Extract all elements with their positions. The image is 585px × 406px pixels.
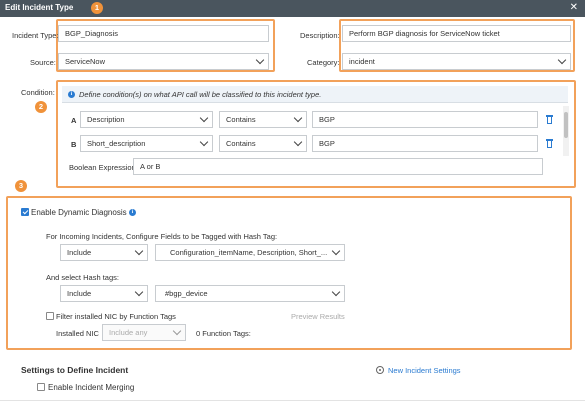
enable-incident-merging-checkbox[interactable] [37, 383, 45, 391]
step-badge-2: 2 [35, 101, 47, 113]
condition-row-b-field-value: Short_description [87, 139, 146, 148]
enable-dynamic-diagnosis-label: Enable Dynamic Diagnosis [31, 208, 127, 217]
condition-row-a-id: A [71, 116, 77, 125]
category-label: Category: [307, 58, 340, 67]
step-badge-1: 1 [91, 2, 103, 14]
condition-row-b-operator[interactable]: Contains [219, 135, 307, 152]
info-icon: i [68, 91, 75, 98]
fields-value: Configuration_itemName, Description, Sho… [170, 248, 328, 257]
hash-mode-value: Include [67, 289, 92, 298]
condition-hint: Define condition(s) on what API call wil… [79, 90, 322, 99]
installed-nic-select[interactable]: Include any [102, 324, 186, 341]
boolean-expression-input[interactable]: A or B [133, 158, 543, 175]
chevron-down-icon [199, 137, 209, 147]
chevron-down-icon [331, 287, 341, 297]
configure-fields-label: For Incoming Incidents, Configure Fields… [46, 232, 278, 241]
condition-row-a-operator[interactable]: Contains [219, 111, 307, 128]
info-icon[interactable]: i [129, 209, 136, 216]
condition-row-b-operator-value: Contains [226, 139, 256, 148]
condition-row-a-field[interactable]: Description [80, 111, 213, 128]
dialog-titlebar: Edit Incident Type ✕ [0, 0, 585, 17]
filter-nic-label: Filter installed NIC by Function Tags [56, 312, 176, 321]
installed-nic-value: Include any [109, 328, 148, 337]
trash-icon[interactable] [546, 115, 553, 124]
step-badge-3: 3 [15, 180, 27, 192]
condition-label: Condition: [21, 88, 55, 97]
scrollbar-thumb[interactable] [564, 112, 568, 138]
chevron-down-icon [293, 137, 303, 147]
condition-hint-bar: i Define condition(s) on what API call w… [62, 86, 568, 103]
chevron-down-icon [255, 55, 265, 65]
incident-type-label: Incident Type: [12, 31, 59, 40]
settings-title: Settings to Define Incident [21, 365, 129, 375]
source-select[interactable]: ServiceNow [58, 53, 269, 70]
condition-row-b-value[interactable]: BGP [312, 135, 538, 152]
close-icon[interactable]: ✕ [570, 2, 578, 13]
enable-dynamic-diagnosis-checkbox[interactable] [21, 208, 29, 216]
fields-select[interactable]: Configuration_itemName, Description, Sho… [155, 244, 345, 261]
preview-results-link[interactable]: Preview Results [291, 312, 345, 321]
chevron-down-icon [172, 326, 182, 336]
function-tags-label: 0 Function Tags: [196, 329, 251, 338]
hash-tag-select[interactable]: #bgp_device [155, 285, 345, 302]
incident-type-input[interactable]: BGP_Diagnosis [58, 25, 269, 42]
highlight-description-fields [339, 19, 575, 72]
hash-tag-value: #bgp_device [165, 289, 208, 298]
condition-row-b-field[interactable]: Short_description [80, 135, 213, 152]
chevron-down-icon [293, 113, 303, 123]
condition-row-a-operator-value: Contains [226, 115, 256, 124]
installed-nic-label: Installed NIC [56, 329, 99, 338]
fields-mode-value: Include [67, 248, 92, 257]
chevron-down-icon [134, 246, 144, 256]
condition-scrollbar[interactable] [563, 106, 569, 156]
boolean-expression-label: Boolean Expression: [69, 163, 138, 172]
fields-mode-select[interactable]: Include [60, 244, 148, 261]
chevron-down-icon [199, 113, 209, 123]
new-incident-settings-link[interactable]: New Incident Settings [388, 366, 461, 375]
condition-row-a-field-value: Description [87, 115, 125, 124]
gear-icon[interactable] [376, 366, 384, 374]
chevron-down-icon [331, 246, 341, 256]
condition-row-b-id: B [71, 140, 77, 149]
source-value: ServiceNow [65, 57, 106, 66]
footer-divider [0, 400, 585, 401]
filter-nic-checkbox[interactable] [46, 312, 54, 320]
description-label: Description: [300, 31, 340, 40]
enable-incident-merging-label: Enable Incident Merging [48, 383, 135, 392]
hash-mode-select[interactable]: Include [60, 285, 148, 302]
hash-tags-label: And select Hash tags: [46, 273, 119, 282]
trash-icon[interactable] [546, 139, 553, 148]
condition-row-a-value[interactable]: BGP [312, 111, 538, 128]
dialog-title: Edit Incident Type [5, 3, 74, 12]
chevron-down-icon [134, 287, 144, 297]
source-label: Source: [30, 58, 56, 67]
